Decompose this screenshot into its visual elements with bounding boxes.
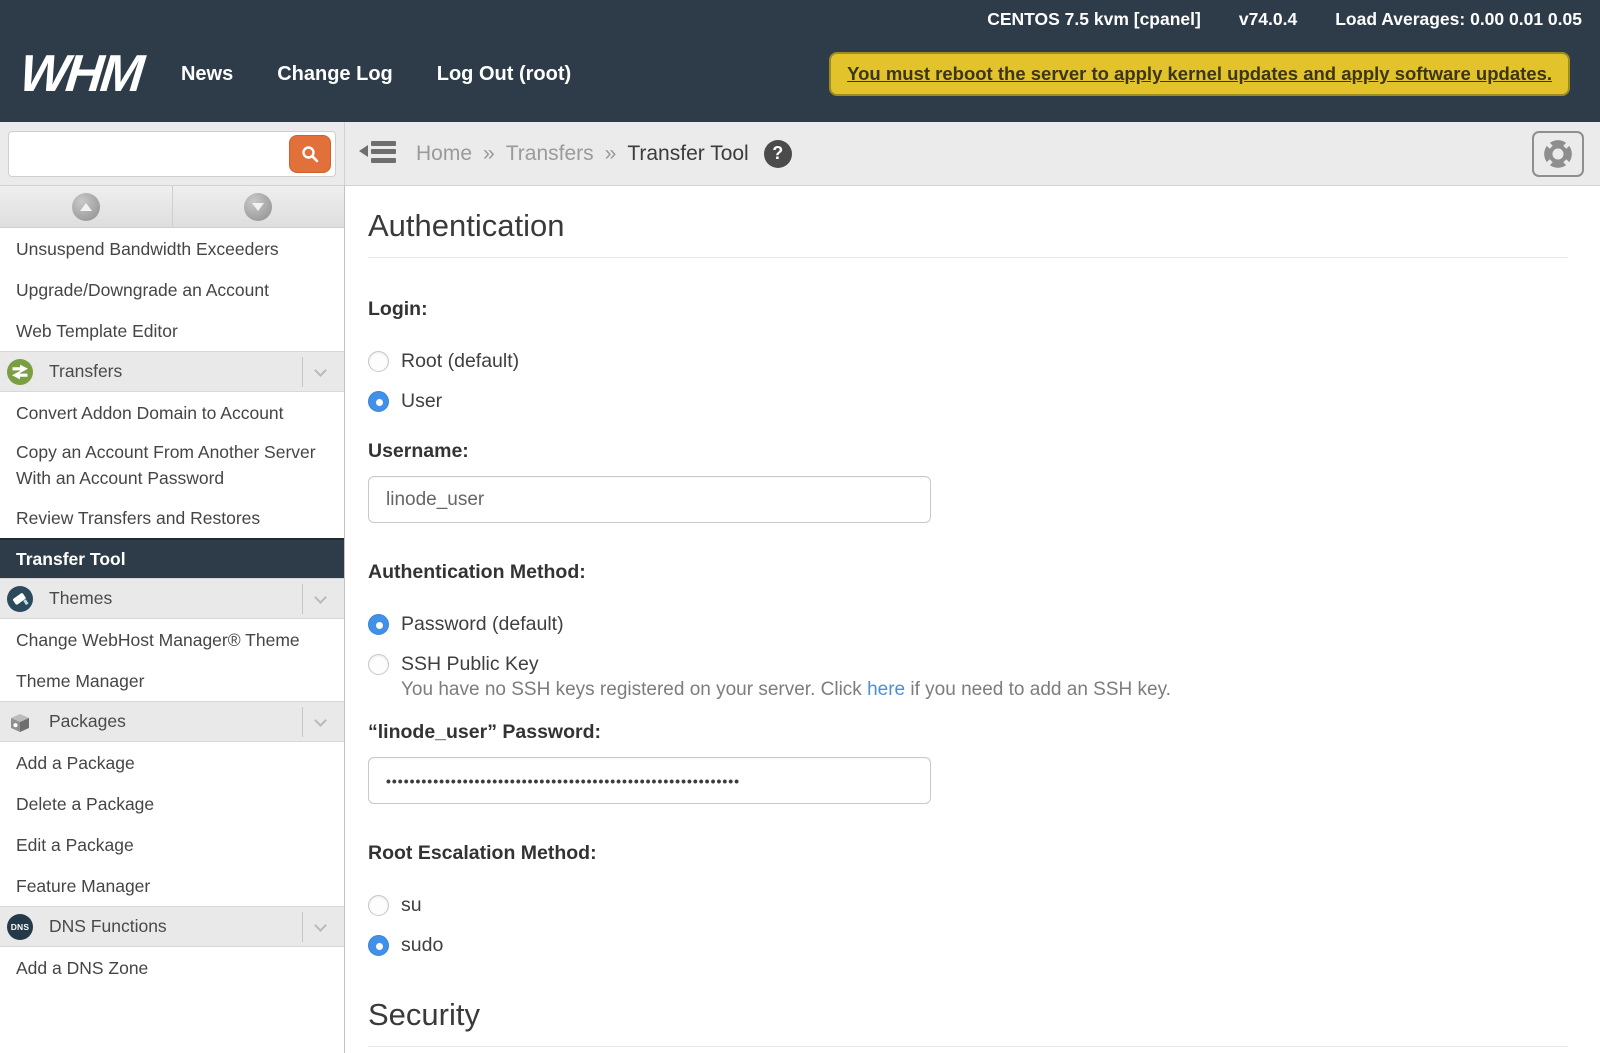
sidebar-item-convert-addon-domain-to-account[interactable]: Convert Addon Domain to Account [0,392,344,433]
support-button[interactable] [1532,131,1584,177]
scroll-down-icon [244,193,272,221]
radio-unchecked-icon[interactable] [368,654,389,675]
sidebar-item-upgrade-downgrade-an-account[interactable]: Upgrade/Downgrade an Account [0,269,344,310]
auth-method-radio-group: Password (default) SSH Public Key [368,613,1568,676]
sidebar-item-feature-manager[interactable]: Feature Manager [0,865,344,906]
chevron-down-icon [314,919,327,932]
sidebar-item-change-webhost-manager-theme[interactable]: Change WebHost Manager® Theme [0,619,344,660]
root-escalation-radio-group: su sudo [368,894,1568,957]
sidebar-section-themes[interactable]: Themes [0,578,344,619]
nav-news[interactable]: News [181,63,233,86]
breadcrumb: Home » Transfers » Transfer Tool ? [416,140,792,168]
breadcrumb-separator: » [483,142,495,166]
dns-icon: DNS [7,914,33,940]
whm-logo[interactable]: WHM [17,48,143,100]
sidebar: Unsuspend Bandwidth ExceedersUpgrade/Dow… [0,186,345,1053]
load-averages: Load Averages: 0.00 0.01 0.05 [1335,9,1582,30]
password-label: “linode_user” Password: [368,721,1568,744]
sidebar-menu: Unsuspend Bandwidth ExceedersUpgrade/Dow… [0,228,344,988]
sidebar-item-review-transfers-and-restores[interactable]: Review Transfers and Restores [0,497,344,538]
main-content: Authentication Login: Root (default) User… [345,186,1600,1053]
help-icon[interactable]: ? [764,140,792,168]
scroll-down-button[interactable] [173,186,345,227]
sidebar-item-edit-a-package[interactable]: Edit a Package [0,824,344,865]
sidebar-collapse-button[interactable] [359,141,396,167]
transfers-icon [7,359,33,385]
sidebar-item-copy-an-account-from-another-server-with-an-account-password[interactable]: Copy an Account From Another Server With… [0,433,344,497]
sidebar-section-transfers[interactable]: Transfers [0,351,344,392]
top-nav: News Change Log Log Out (root) [181,63,571,86]
chevron-down-icon [314,364,327,377]
breadcrumb-home[interactable]: Home [416,142,472,166]
password-input[interactable] [368,757,931,804]
whm-version: v74.0.4 [1239,9,1297,30]
search-input[interactable] [9,132,335,176]
collapse-arrow-icon [359,145,368,157]
breadcrumb-transfers[interactable]: Transfers [506,142,594,166]
system-info: CENTOS 7.5 kvm [cpanel] v74.0.4 Load Ave… [987,9,1582,30]
auth-method-label: Authentication Method: [368,561,1568,584]
radio-checked-icon[interactable] [368,614,389,635]
ssh-key-here-link[interactable]: here [867,679,905,700]
sidebar-section-packages[interactable]: Packages [0,701,344,742]
top-header: CENTOS 7.5 kvm [cpanel] v74.0.4 Load Ave… [0,0,1600,122]
scroll-up-icon [72,193,100,221]
reboot-alert-banner[interactable]: You must reboot the server to apply kern… [829,52,1570,96]
radio-option-password-default[interactable]: Password (default) [368,613,1568,636]
nav-change-log[interactable]: Change Log [277,63,393,86]
search-box [8,131,336,177]
chevron-down-icon [314,714,327,727]
search-icon [300,144,320,164]
radio-option-su[interactable]: su [368,894,1568,917]
sidebar-search-zone [0,122,345,185]
packages-icon [7,709,33,735]
sidebar-item-add-a-dns-zone[interactable]: Add a DNS Zone [0,947,344,988]
radio-checked-icon[interactable] [368,391,389,412]
nav-log-out[interactable]: Log Out (root) [437,63,571,86]
authentication-heading: Authentication [368,208,1568,258]
radio-option-sudo[interactable]: sudo [368,934,1568,957]
system-os-info: CENTOS 7.5 kvm [cpanel] [987,9,1201,30]
username-input[interactable] [368,476,931,523]
chevron-down-icon [314,591,327,604]
root-escalation-label: Root Escalation Method: [368,842,1568,865]
sidebar-item-transfer-tool[interactable]: Transfer Tool [0,538,344,578]
radio-option-user[interactable]: User [368,390,1568,413]
sidebar-item-add-a-package[interactable]: Add a Package [0,742,344,783]
sidebar-item-unsuspend-bandwidth-exceeders[interactable]: Unsuspend Bandwidth Exceeders [0,228,344,269]
breadcrumb-current-page: Transfer Tool [627,142,748,166]
themes-icon [7,586,33,612]
sidebar-scroll-controls [0,186,344,228]
breadcrumb-separator: » [605,142,617,166]
radio-option-ssh-public-key[interactable]: SSH Public Key [368,653,1568,676]
sidebar-section-dns-functions[interactable]: DNSDNS Functions [0,906,344,947]
radio-checked-icon[interactable] [368,935,389,956]
radio-unchecked-icon[interactable] [368,895,389,916]
username-label: Username: [368,440,1568,463]
sidebar-item-web-template-editor[interactable]: Web Template Editor [0,310,344,351]
hamburger-icon [371,141,396,167]
radio-option-root-default[interactable]: Root (default) [368,350,1568,373]
login-radio-group: Root (default) User [368,350,1568,413]
security-heading: Security [368,997,1568,1047]
ssh-key-note: You have no SSH keys registered on your … [401,679,1568,701]
breadcrumb-bar: Home » Transfers » Transfer Tool ? [0,122,1600,186]
life-ring-icon [1542,138,1574,170]
sidebar-item-delete-a-package[interactable]: Delete a Package [0,783,344,824]
scroll-up-button[interactable] [0,186,173,227]
search-button[interactable] [289,135,331,173]
sidebar-item-theme-manager[interactable]: Theme Manager [0,660,344,701]
login-label: Login: [368,298,1568,321]
radio-unchecked-icon[interactable] [368,351,389,372]
